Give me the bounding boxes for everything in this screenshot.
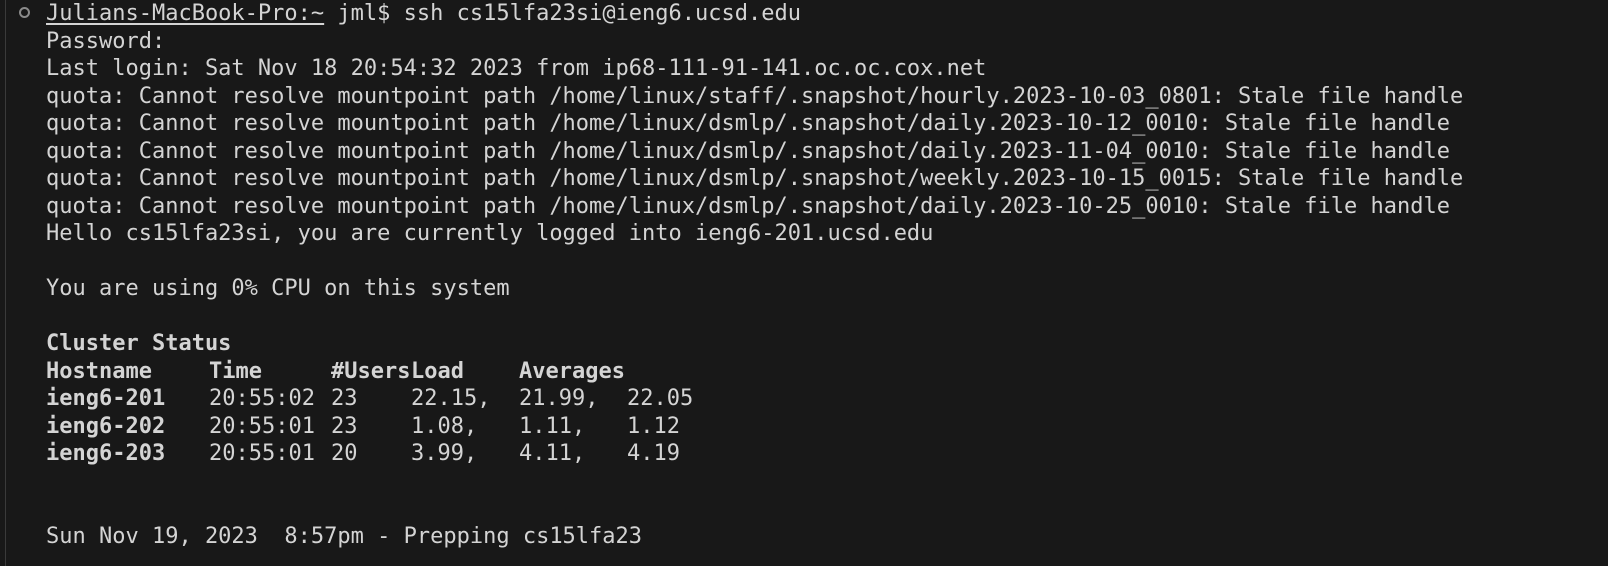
row-hostname: ieng6-202 (46, 413, 166, 439)
output-line: quota: Cannot resolve mountpoint path /h… (46, 166, 1464, 191)
output-line: quota: Cannot resolve mountpoint path /h… (46, 138, 1450, 164)
row-users: 23 (331, 413, 358, 439)
table-row: ieng6-202 20:55:01 23 1.08, 1.11, 1.12 (46, 413, 1608, 441)
cluster-header-row: Hostname Time #UsersLoad Averages (46, 358, 1608, 386)
header-hostname: Hostname (46, 358, 152, 384)
row-hostname: ieng6-201 (46, 386, 166, 411)
terminal-window[interactable]: Julians-MacBook-Pro:~ jml$ ssh cs15lfa23… (0, 0, 1608, 566)
output-line: Hello cs15lfa23si, you are currently log… (46, 221, 934, 246)
row-average-2: 4.19 (627, 441, 680, 466)
prompt-line: Julians-MacBook-Pro:~ jml$ ssh cs15lfa23… (46, 0, 1608, 28)
header-averages: Averages (519, 358, 625, 384)
header-time: Time (209, 358, 262, 384)
row-users: 20 (331, 441, 358, 466)
row-average-1: 4.11, (519, 441, 586, 466)
row-time: 20:55:01 (209, 413, 315, 439)
row-average-1: 1.11, (519, 413, 586, 439)
row-load: 3.99, (411, 441, 478, 466)
row-average-2: 1.12 (627, 413, 680, 439)
output-line: quota: Cannot resolve mountpoint path /h… (46, 111, 1450, 136)
command-status-circle-icon[interactable] (19, 7, 30, 18)
row-time: 20:55:02 (209, 386, 315, 411)
output-line: quota: Cannot resolve mountpoint path /h… (46, 83, 1464, 109)
header-users: #Users (331, 358, 411, 384)
terminal-output: Julians-MacBook-Pro:~ jml$ ssh cs15lfa23… (46, 0, 1608, 550)
table-row: ieng6-203 20:55:01 20 3.99, 4.11, 4.19 (46, 440, 1608, 468)
row-average-2: 22.05 (627, 386, 694, 411)
row-users: 23 (331, 386, 358, 411)
cluster-status-title: Cluster Status (46, 331, 232, 356)
gutter-divider (5, 0, 6, 566)
table-row: ieng6-201 20:55:02 23 22.15, 21.99, 22.05 (46, 385, 1608, 413)
output-line: Last login: Sat Nov 18 20:54:32 2023 fro… (46, 56, 987, 81)
row-average-1: 21.99, (519, 386, 599, 411)
row-hostname: ieng6-203 (46, 441, 166, 466)
row-load: 22.15, (411, 386, 491, 411)
header-load: Load (411, 358, 464, 384)
row-time: 20:55:01 (209, 441, 315, 466)
prompt-command: ssh cs15lfa23si@ieng6.ucsd.edu (403, 1, 801, 26)
prompt-user: jml$ (324, 1, 404, 26)
footer-line: Sun Nov 19, 2023 8:57pm - Prepping cs15l… (46, 523, 643, 549)
output-line: quota: Cannot resolve mountpoint path /h… (46, 193, 1450, 219)
prompt-host: Julians-MacBook-Pro:~ (46, 1, 325, 26)
cluster-status-table: Hostname Time #UsersLoad Averages ieng6-201… (46, 358, 1608, 468)
row-load: 1.08, (411, 413, 478, 439)
output-line: Password: (46, 28, 166, 54)
cpu-usage-line: You are using 0% CPU on this system (46, 276, 510, 301)
